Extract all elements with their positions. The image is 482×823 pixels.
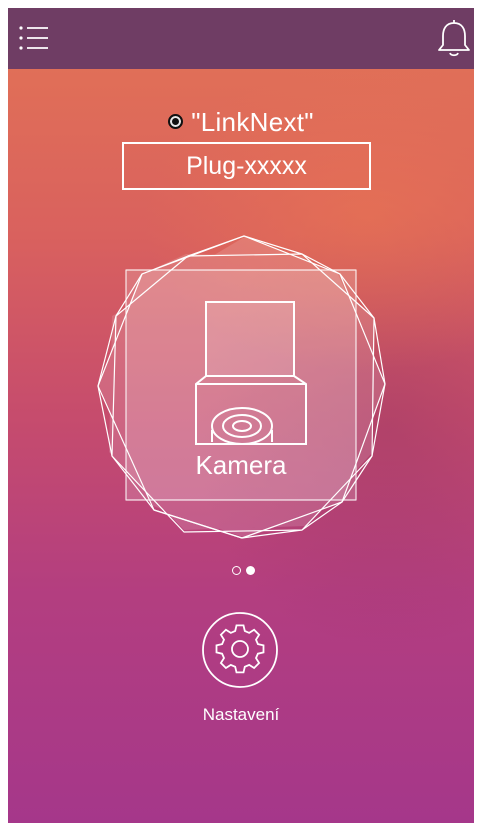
- page-dot-2-active[interactable]: [246, 566, 255, 575]
- bell-icon: [438, 20, 470, 57]
- network-name: "LinkNext": [191, 107, 314, 137]
- page-indicator[interactable]: [232, 566, 262, 578]
- radio-dot-icon: [168, 114, 184, 129]
- device-id-field[interactable]: Plug-xxxxx: [122, 142, 371, 190]
- device-selector-polygon[interactable]: [96, 234, 386, 540]
- network-status: "LinkNext": [8, 105, 474, 139]
- gear-icon: [202, 612, 278, 688]
- menu-button[interactable]: [18, 22, 50, 54]
- list-menu-icon: [19, 26, 48, 50]
- settings-button[interactable]: [200, 610, 280, 690]
- page-dot-1[interactable]: [232, 566, 241, 575]
- top-app-bar: [8, 8, 474, 69]
- settings-label[interactable]: Nastavení: [158, 704, 324, 726]
- app-screen: "LinkNext" Plug-xxxxx Kamera Nastavení: [8, 8, 474, 823]
- notifications-button[interactable]: [436, 18, 472, 58]
- device-type-label: Kamera: [195, 450, 287, 480]
